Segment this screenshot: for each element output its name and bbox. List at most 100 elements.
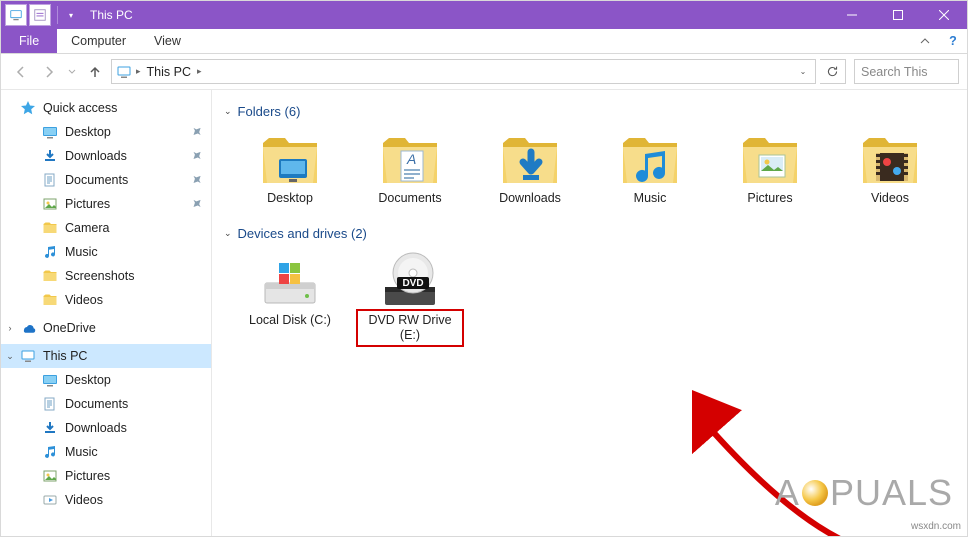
desktop-icon <box>41 371 59 389</box>
nav-item-documents[interactable]: Documents <box>1 392 211 416</box>
content-pane: ⌄ Folders (6) Desktop Documents Downloads M… <box>212 90 967 536</box>
nav-item-label: Documents <box>65 397 128 411</box>
big-desktop-icon <box>256 129 324 187</box>
tile-music[interactable]: Music <box>596 129 704 206</box>
breadcrumb-this-pc[interactable]: This PC <box>143 65 195 79</box>
help-button[interactable]: ? <box>939 29 967 53</box>
nav-item-screenshots[interactable]: Screenshots <box>1 264 211 288</box>
tab-file[interactable]: File <box>1 29 57 53</box>
music-icon <box>41 243 59 261</box>
nav-item-desktop[interactable]: Desktop <box>1 368 211 392</box>
nav-item-downloads[interactable]: Downloads <box>1 144 211 168</box>
tab-view[interactable]: View <box>140 29 195 53</box>
downloads-icon <box>41 147 59 165</box>
quick-access-toolbar: ▾ <box>1 4 82 26</box>
ribbon-minimize-button[interactable] <box>911 29 939 53</box>
collapse-icon[interactable]: ⌄ <box>224 106 232 117</box>
ribbon-tabs: File Computer View ? <box>1 29 967 54</box>
nav-item-label: Downloads <box>65 421 127 435</box>
nav-item-downloads[interactable]: Downloads <box>1 416 211 440</box>
tile-label: DVD RW Drive (E:) <box>356 309 464 347</box>
tab-computer[interactable]: Computer <box>57 29 140 53</box>
address-history-dropdown[interactable]: ⌄ <box>793 67 813 76</box>
nav-item-label: Pictures <box>65 197 110 211</box>
nav-item-pictures[interactable]: Pictures <box>1 192 211 216</box>
nav-back-button[interactable] <box>9 60 33 84</box>
nav-item-label: Screenshots <box>65 269 134 283</box>
expand-icon[interactable]: › <box>5 323 15 333</box>
nav-item-music[interactable]: Music <box>1 240 211 264</box>
close-button[interactable] <box>921 1 967 29</box>
nav-header-quick-access[interactable]: Quick access <box>1 96 211 120</box>
nav-item-label: Music <box>65 245 98 259</box>
nav-forward-button[interactable] <box>37 60 61 84</box>
navigation-bar: ▸ This PC ▸ ⌄ Search This <box>1 54 967 90</box>
documents-icon <box>41 395 59 413</box>
pictures-icon <box>41 195 59 213</box>
address-location-icon <box>114 64 134 80</box>
collapse-icon[interactable]: ⌄ <box>224 228 232 239</box>
nav-item-desktop[interactable]: Desktop <box>1 120 211 144</box>
big-music-icon <box>616 129 684 187</box>
breadcrumb-chevron-icon[interactable]: ▸ <box>195 66 204 77</box>
qat-properties-icon[interactable] <box>29 4 51 26</box>
nav-item-music[interactable]: Music <box>1 440 211 464</box>
tile-label: Videos <box>871 187 909 206</box>
tile-videos[interactable]: Videos <box>836 129 944 206</box>
qat-customize-dropdown[interactable]: ▾ <box>64 11 78 20</box>
watermark-pre: A <box>775 472 800 514</box>
group-label: Folders (6) <box>238 104 301 119</box>
titlebar: ▾ This PC <box>1 1 967 29</box>
window-title: This PC <box>82 8 133 22</box>
tile-desktop[interactable]: Desktop <box>236 129 344 206</box>
search-input[interactable]: Search This <box>854 59 959 84</box>
qat-this-pc-icon[interactable] <box>5 4 27 26</box>
tile-downloads[interactable]: Downloads <box>476 129 584 206</box>
nav-item-label: Downloads <box>65 149 127 163</box>
star-icon <box>19 99 37 117</box>
nav-label: This PC <box>43 349 87 363</box>
nav-header-this-pc[interactable]: ⌄ This PC <box>1 344 211 368</box>
tile-pictures[interactable]: Pictures <box>716 129 824 206</box>
group-label: Devices and drives (2) <box>238 226 367 241</box>
pin-icon <box>188 148 204 164</box>
desktop-icon <box>41 123 59 141</box>
tile-dvd-rw-drive-e-[interactable]: DVD RW Drive (E:) <box>356 251 464 347</box>
tile-local-disk-c-[interactable]: Local Disk (C:) <box>236 251 344 347</box>
tile-label: Pictures <box>747 187 792 206</box>
nav-item-label: Camera <box>65 221 109 235</box>
tile-label: Music <box>634 187 667 206</box>
big-downloads-icon <box>496 129 564 187</box>
nav-item-videos[interactable]: Videos <box>1 488 211 512</box>
navigation-pane: Quick access Desktop Downloads Documents Pi… <box>1 90 212 536</box>
big-dvd-icon <box>376 251 444 309</box>
folder-icon <box>41 267 59 285</box>
nav-header-onedrive[interactable]: › OneDrive <box>1 316 211 340</box>
qat-separator <box>57 6 58 24</box>
folder-icon <box>41 219 59 237</box>
tile-label: Documents <box>378 187 441 206</box>
folder-icon <box>41 291 59 309</box>
address-bar[interactable]: ▸ This PC ▸ ⌄ <box>111 59 816 84</box>
nav-item-label: Videos <box>65 493 103 507</box>
minimize-button[interactable] <box>829 1 875 29</box>
refresh-button[interactable] <box>820 59 846 84</box>
nav-item-pictures[interactable]: Pictures <box>1 464 211 488</box>
group-header-folders[interactable]: ⌄ Folders (6) <box>222 98 957 129</box>
nav-item-label: Pictures <box>65 469 110 483</box>
tile-documents[interactable]: Documents <box>356 129 464 206</box>
group-header-drives[interactable]: ⌄ Devices and drives (2) <box>222 220 957 251</box>
nav-item-videos[interactable]: Videos <box>1 288 211 312</box>
breadcrumb-chevron-icon[interactable]: ▸ <box>134 66 143 77</box>
onedrive-icon <box>19 319 37 337</box>
nav-item-camera[interactable]: Camera <box>1 216 211 240</box>
nav-label: OneDrive <box>43 321 96 335</box>
nav-up-button[interactable] <box>83 60 107 84</box>
watermark-ball-icon <box>802 480 828 506</box>
nav-item-documents[interactable]: Documents <box>1 168 211 192</box>
maximize-button[interactable] <box>875 1 921 29</box>
nav-item-label: Desktop <box>65 373 111 387</box>
collapse-icon[interactable]: ⌄ <box>5 351 15 362</box>
nav-recent-dropdown[interactable] <box>65 60 79 84</box>
nav-item-label: Music <box>65 445 98 459</box>
